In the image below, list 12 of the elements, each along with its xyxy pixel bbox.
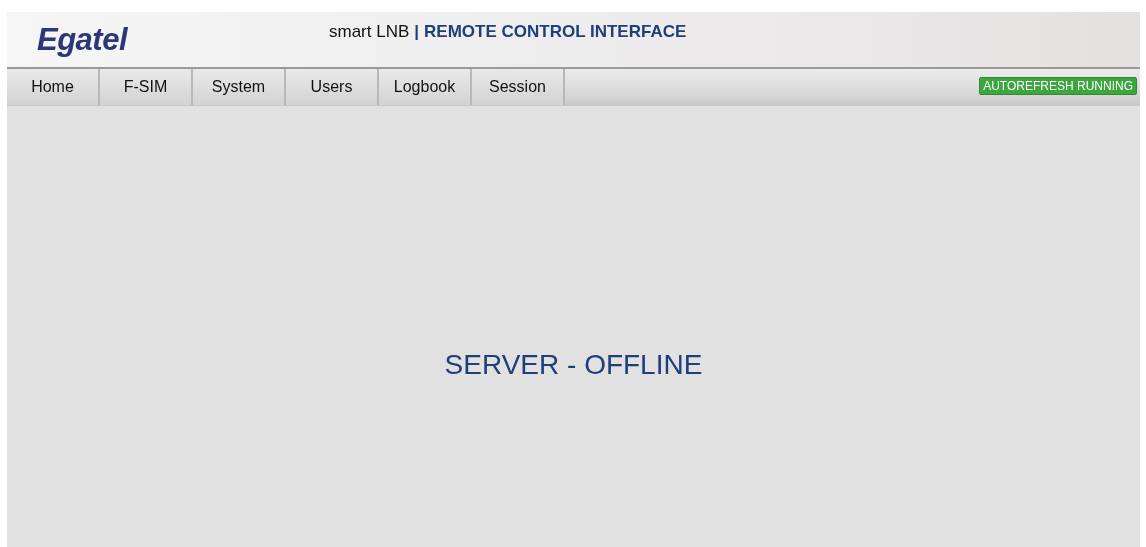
nav-tab[interactable]: System (193, 69, 286, 105)
nav-tab[interactable]: Home (7, 69, 100, 105)
title-separator: | (414, 21, 420, 42)
server-status-message: SERVER - OFFLINE (444, 348, 703, 381)
nav-tab[interactable]: Users (286, 69, 379, 105)
logo: Egatel (37, 21, 129, 58)
autorefresh-status: AUTOREFRESH RUNNING (979, 77, 1137, 95)
nav-tab[interactable]: F-SIM (100, 69, 193, 105)
nav-tab[interactable]: Session (472, 69, 565, 105)
nav-tab[interactable]: Logbook (379, 69, 472, 105)
product-name: smart LNB (329, 21, 410, 42)
interface-title: REMOTE CONTROL INTERFACE (424, 21, 687, 42)
